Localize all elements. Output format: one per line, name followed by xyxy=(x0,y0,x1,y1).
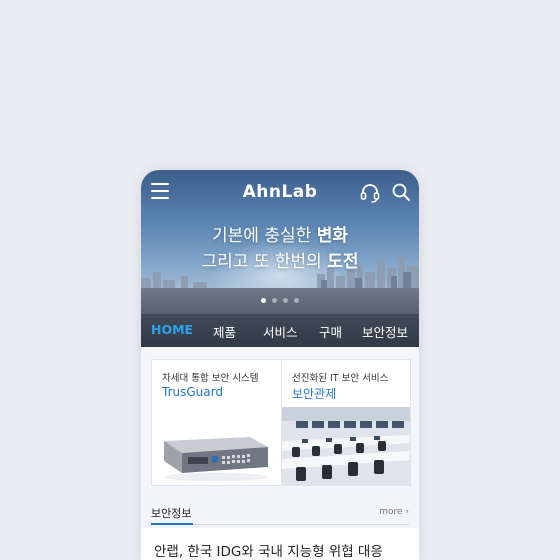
more-link[interactable]: more › xyxy=(379,507,409,517)
promo-card-title: 선진화된 IT 보안 서비스 xyxy=(292,373,389,384)
main-nav: HOME 제품 서비스 구매 보안정보 xyxy=(141,314,419,347)
hero-banner[interactable]: AhnLab 기본에 충실한 변화 그리고 또 한번의 도전 HOME 제품 서… xyxy=(141,170,419,347)
network-appliance-image xyxy=(152,407,280,485)
promo-card-trusguard[interactable]: 차세대 통합 보안 시스템 TrusGuard xyxy=(152,360,280,485)
carousel-dot[interactable] xyxy=(261,298,266,303)
search-icon[interactable] xyxy=(391,182,411,202)
promo-cards: 차세대 통합 보안 시스템 TrusGuard 선진화된 IT 보안 서비스 보… xyxy=(151,359,411,486)
nav-item-products[interactable]: 제품 xyxy=(213,322,236,341)
hero-slogan-line2: 그리고 또 한번의 도전 xyxy=(141,247,419,272)
news-item[interactable]: 안랩, 한국 IDG와 국내 지능형 위협 대응 xyxy=(141,528,419,560)
nav-item-services[interactable]: 서비스 xyxy=(263,322,298,341)
carousel-dot[interactable] xyxy=(283,298,288,303)
section-title-underline xyxy=(151,523,193,525)
control-room-image xyxy=(282,407,410,485)
hero-slogan-line2-text: 그리고 또 한번의 xyxy=(201,252,328,272)
carousel-dot[interactable] xyxy=(272,298,277,303)
hero-slogan-line1: 기본에 충실한 변화 xyxy=(141,221,419,246)
nav-item-purchase[interactable]: 구매 xyxy=(319,322,342,341)
carousel-indicator xyxy=(141,288,419,303)
promo-card-subtitle: TrusGuard xyxy=(162,385,223,399)
news-headline[interactable]: 안랩, 한국 IDG와 국내 지능형 위협 대응 xyxy=(154,540,383,560)
mobile-frame: AhnLab 기본에 충실한 변화 그리고 또 한번의 도전 HOME 제품 서… xyxy=(141,170,419,560)
nav-item-home[interactable]: HOME xyxy=(151,322,193,337)
security-info-section-header: 보안정보 more › xyxy=(141,494,419,526)
promo-card-title: 차세대 통합 보안 시스템 xyxy=(162,373,259,384)
hero-slogan-line1-text: 기본에 충실한 xyxy=(212,226,317,246)
nav-item-security-info[interactable]: 보안정보 xyxy=(362,322,408,341)
headset-icon[interactable] xyxy=(359,182,381,204)
carousel-dot[interactable] xyxy=(294,298,299,303)
section-title: 보안정보 xyxy=(151,507,192,520)
top-bar: AhnLab xyxy=(141,170,419,214)
hero-slogan-line2-bold: 도전 xyxy=(327,252,359,272)
promo-card-security-monitoring[interactable]: 선진화된 IT 보안 서비스 보안관제 xyxy=(281,360,410,485)
hero-slogan-line1-bold: 변화 xyxy=(316,226,348,246)
promo-card-subtitle: 보안관제 xyxy=(292,387,337,401)
